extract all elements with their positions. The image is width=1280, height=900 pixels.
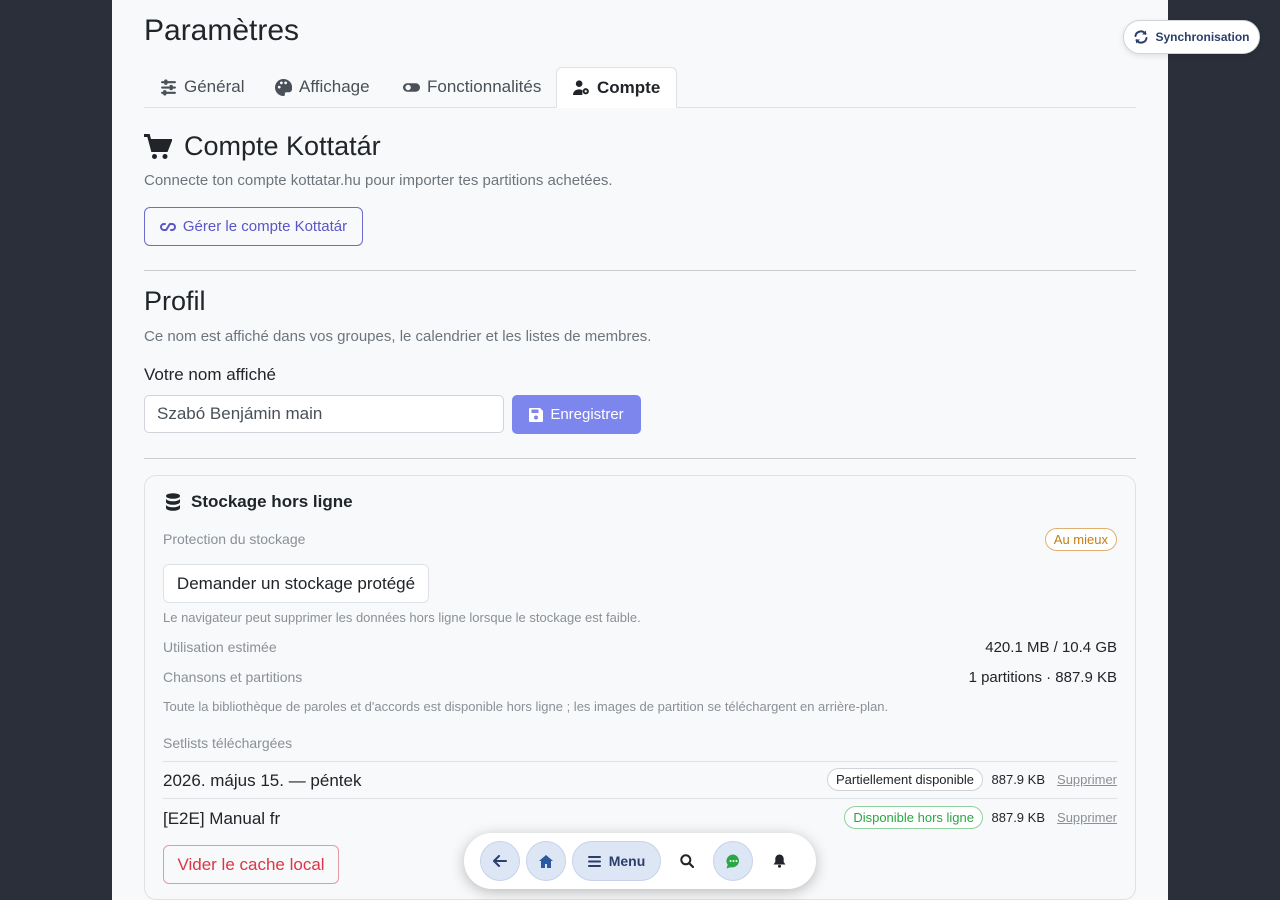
setlist-size: 887.9 KB	[991, 772, 1046, 787]
chat-icon	[725, 853, 739, 868]
request-protected-storage-button[interactable]: Demander un stockage protégé	[163, 564, 429, 603]
page-title: Paramètres	[144, 14, 300, 47]
setlist-divider	[163, 798, 1117, 799]
tab-general[interactable]: Général	[144, 67, 260, 107]
settings-tabs: Général Affichage Fonctionnalités Compte	[144, 67, 1136, 108]
storage-protection-label: Protection du stockage	[163, 531, 306, 547]
setlist-divider	[163, 761, 1117, 762]
manage-kottatar-label: Gérer le compte Kottatár	[182, 218, 348, 235]
browser-storage-note: Le navigateur peut supprimer les données…	[163, 610, 641, 625]
shopping-cart-icon	[144, 133, 172, 159]
offline-storage-title-text: Stockage hors ligne	[191, 492, 353, 511]
chat-button[interactable]	[713, 841, 753, 881]
songs-label: Chansons et partitions	[163, 669, 303, 685]
menu-button[interactable]: Menu	[572, 841, 661, 881]
tab-compte[interactable]: Compte	[556, 67, 678, 108]
display-name-input[interactable]: Szabó Benjámin main	[144, 395, 504, 433]
settings-page: Paramètres Général Affichage Fonctionnal…	[112, 0, 1168, 900]
storage-protection-badge: Au mieux	[1044, 528, 1117, 551]
save-name-button[interactable]: Enregistrer	[512, 395, 641, 434]
arrow-left-icon	[493, 855, 507, 867]
usage-label: Utilisation estimée	[163, 639, 277, 655]
profile-description: Ce nom est affiché dans vos groupes, le …	[144, 328, 652, 345]
user-gear-icon	[573, 80, 589, 96]
section-divider	[144, 458, 1136, 459]
link-icon	[159, 222, 176, 231]
home-icon	[539, 854, 553, 868]
sync-icon	[1134, 30, 1148, 44]
profile-section-title: Profil	[144, 286, 206, 316]
manage-kottatar-button[interactable]: Gérer le compte Kottatár	[144, 207, 363, 246]
kottatar-description: Connecte ton compte kottatar.hu pour imp…	[144, 172, 613, 189]
palette-icon	[275, 78, 292, 96]
sliders-icon	[161, 79, 176, 95]
sync-label: Synchronisation	[1155, 30, 1250, 44]
tab-general-label: Général	[184, 77, 245, 96]
tab-affichage-label: Affichage	[299, 77, 370, 96]
tab-fonctionnalites-label: Fonctionnalités	[427, 77, 542, 96]
tab-affichage[interactable]: Affichage	[259, 67, 386, 107]
home-button[interactable]	[526, 841, 566, 881]
notifications-button[interactable]	[759, 841, 799, 881]
offline-storage-title: Stockage hors ligne	[165, 492, 353, 512]
setlist-status-badge: Partiellement disponible	[826, 768, 983, 791]
menu-label: Menu	[608, 853, 646, 869]
usage-value: 420.1 MB / 10.4 GB	[985, 639, 1117, 656]
setlists-label: Setlists téléchargées	[163, 735, 293, 751]
setlist-name: [E2E] Manual fr	[163, 809, 281, 828]
setlist-status-badge: Disponible hors ligne	[844, 806, 983, 829]
display-name-label: Votre nom affiché	[144, 365, 276, 384]
kottatar-title-text: Compte Kottatár	[184, 131, 381, 161]
library-note: Toute la bibliothèque de paroles et d'ac…	[163, 699, 889, 714]
clear-cache-button[interactable]: Vider le cache local	[163, 845, 339, 884]
kottatar-section-title: Compte Kottatár	[144, 131, 381, 162]
database-icon	[166, 493, 180, 511]
tab-fonctionnalites[interactable]: Fonctionnalités	[387, 67, 557, 107]
search-button[interactable]	[667, 841, 707, 881]
bottom-dock: Menu	[464, 833, 816, 889]
hamburger-icon	[587, 855, 601, 867]
tab-compte-label: Compte	[597, 77, 661, 97]
floppy-disk-icon	[529, 407, 544, 422]
save-name-label: Enregistrer	[550, 406, 624, 423]
delete-setlist-link[interactable]: Supprimer	[1057, 772, 1117, 787]
sync-button[interactable]: Synchronisation	[1123, 20, 1260, 54]
bell-icon	[773, 854, 785, 868]
setlist-name: 2026. május 15. — péntek	[163, 771, 362, 790]
songs-value: 1 partitions · 887.9 KB	[968, 669, 1117, 686]
display-name-value: Szabó Benjámin main	[157, 404, 323, 423]
search-icon	[680, 854, 694, 868]
delete-setlist-link[interactable]: Supprimer	[1057, 810, 1117, 825]
setlist-size: 887.9 KB	[991, 810, 1046, 825]
toggle-icon	[403, 82, 420, 92]
back-button[interactable]	[480, 841, 520, 881]
section-divider	[144, 270, 1136, 271]
